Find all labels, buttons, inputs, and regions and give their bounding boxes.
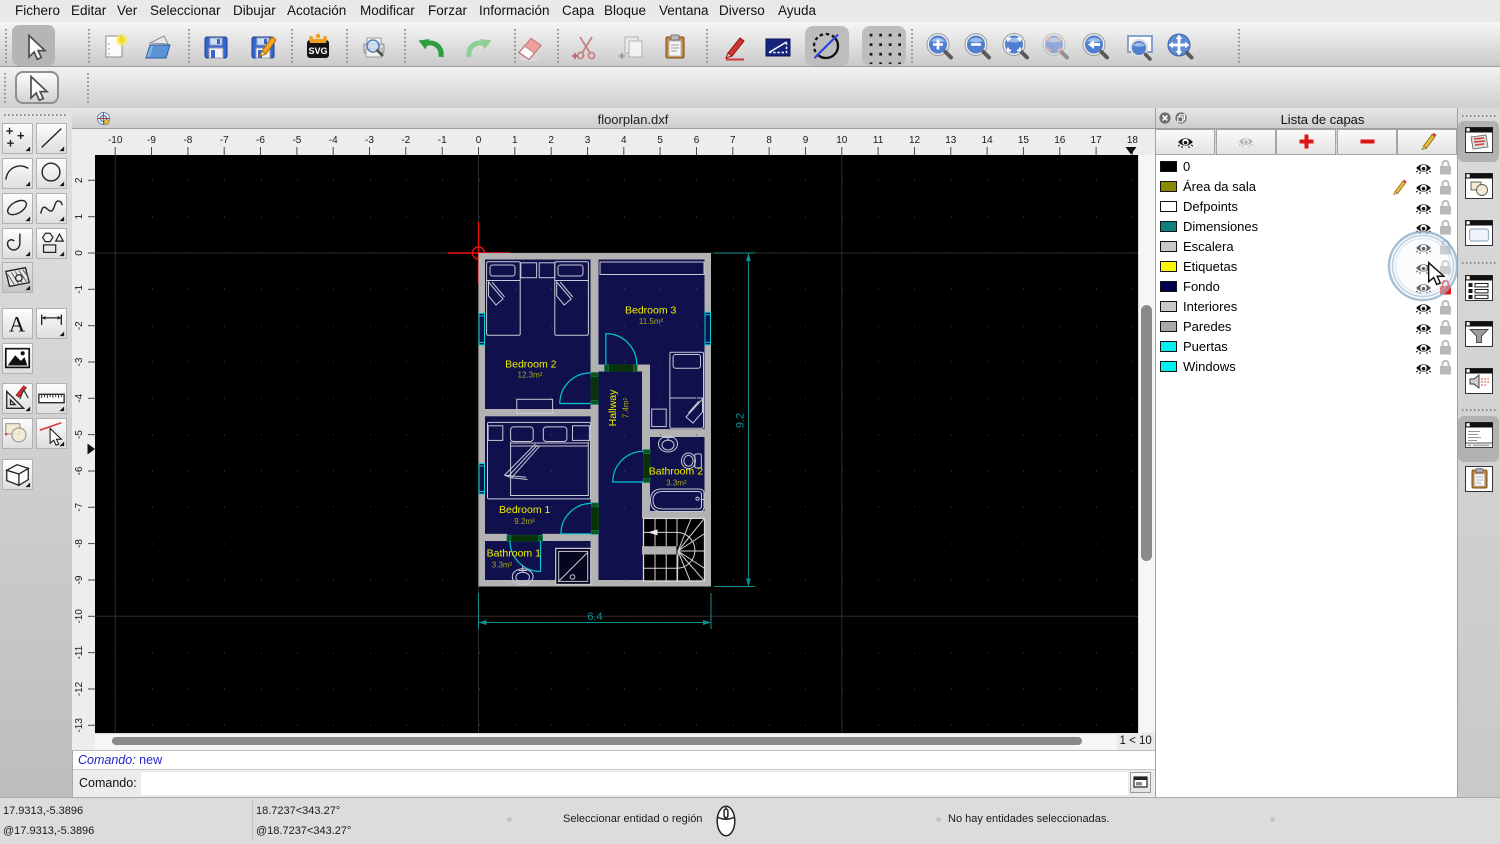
svg-text:14: 14 bbox=[982, 135, 994, 146]
svg-text:5: 5 bbox=[657, 135, 663, 146]
svg-text:1: 1 bbox=[74, 213, 85, 219]
svg-text:-4: -4 bbox=[329, 135, 338, 146]
svg-text:6.4: 6.4 bbox=[587, 611, 602, 623]
svg-text:9.2m²: 9.2m² bbox=[514, 517, 535, 526]
svg-text:-2: -2 bbox=[401, 135, 410, 146]
svg-text:6: 6 bbox=[694, 135, 700, 146]
svg-text:12.3m²: 12.3m² bbox=[518, 371, 543, 380]
svg-text:-4: -4 bbox=[74, 393, 85, 402]
svg-text:-6: -6 bbox=[256, 135, 265, 146]
svg-text:Bathroom 1: Bathroom 1 bbox=[487, 548, 541, 560]
svg-text:15: 15 bbox=[1018, 135, 1030, 146]
svg-text:Bathroom 2: Bathroom 2 bbox=[649, 466, 703, 478]
svg-text:Bedroom 3: Bedroom 3 bbox=[625, 305, 677, 317]
svg-text:-1: -1 bbox=[74, 284, 85, 293]
svg-text:-10: -10 bbox=[74, 609, 85, 624]
svg-text:16: 16 bbox=[1054, 135, 1066, 146]
svg-text:3.3m²: 3.3m² bbox=[666, 479, 687, 488]
svg-text:-8: -8 bbox=[183, 135, 192, 146]
svg-text:-3: -3 bbox=[365, 135, 374, 146]
svg-text:10: 10 bbox=[836, 135, 848, 146]
svg-text:-1: -1 bbox=[438, 135, 447, 146]
svg-text:0: 0 bbox=[476, 135, 482, 146]
svg-text:0: 0 bbox=[74, 250, 85, 256]
svg-text:-10: -10 bbox=[108, 135, 123, 146]
svg-text:-7: -7 bbox=[220, 135, 229, 146]
svg-text:Hallway: Hallway bbox=[607, 389, 619, 427]
svg-text:2: 2 bbox=[74, 177, 85, 183]
svg-text:4: 4 bbox=[621, 135, 627, 146]
svg-text:3.3m²: 3.3m² bbox=[492, 561, 513, 570]
svg-text:-9: -9 bbox=[74, 575, 85, 584]
svg-text:11: 11 bbox=[873, 135, 884, 146]
svg-text:3: 3 bbox=[585, 135, 591, 146]
svg-text:Bedroom 2: Bedroom 2 bbox=[505, 359, 557, 371]
svg-text:A: A bbox=[9, 311, 26, 336]
svg-text:-13: -13 bbox=[74, 718, 85, 733]
svg-text:-9: -9 bbox=[147, 135, 156, 146]
svg-text:-7: -7 bbox=[74, 502, 85, 511]
svg-text:-8: -8 bbox=[74, 539, 85, 548]
svg-text:-5: -5 bbox=[292, 135, 301, 146]
svg-text:9: 9 bbox=[803, 135, 809, 146]
svg-text:13: 13 bbox=[945, 135, 957, 146]
svg-text:7.4m²: 7.4m² bbox=[622, 397, 631, 418]
svg-text:7: 7 bbox=[730, 135, 736, 146]
svg-text:11.5m²: 11.5m² bbox=[639, 317, 664, 326]
svg-text:Bedroom 1: Bedroom 1 bbox=[499, 504, 551, 516]
svg-text:2: 2 bbox=[548, 135, 554, 146]
svg-text:SVG: SVG bbox=[308, 46, 327, 56]
svg-text:-12: -12 bbox=[74, 681, 85, 696]
svg-text:1: 1 bbox=[512, 135, 518, 146]
svg-text:8: 8 bbox=[766, 135, 772, 146]
svg-text:-11: -11 bbox=[74, 645, 85, 659]
svg-text:17: 17 bbox=[1091, 135, 1103, 146]
svg-text:-5: -5 bbox=[74, 430, 85, 439]
svg-text:12: 12 bbox=[909, 135, 921, 146]
svg-text:18: 18 bbox=[1127, 135, 1139, 146]
svg-text:-6: -6 bbox=[74, 466, 85, 475]
svg-text:9.2: 9.2 bbox=[735, 413, 747, 428]
svg-text:-2: -2 bbox=[74, 321, 85, 330]
svg-text:-3: -3 bbox=[74, 357, 85, 366]
